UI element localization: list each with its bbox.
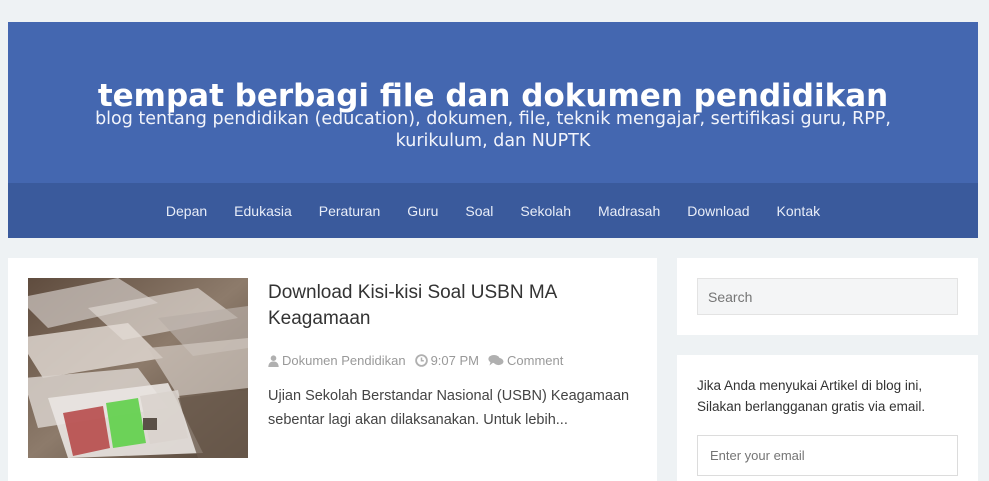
search-widget (677, 258, 978, 335)
nav-item-madrasah[interactable]: Madrasah (598, 203, 660, 219)
nav-item-download[interactable]: Download (687, 203, 749, 219)
main-nav: Depan Edukasia Peraturan Guru Soal Sekol… (8, 183, 978, 238)
post-card: Download Kisi-kisi Soal USBN MA Keagamaa… (8, 258, 657, 481)
post-excerpt: Ujian Sekolah Berstandar Nasional (USBN)… (268, 388, 630, 428)
subscribe-text: Jika Anda menyukai Artikel di blog ini, … (697, 378, 926, 414)
subscribe-widget: Jika Anda menyukai Artikel di blog ini, … (677, 355, 978, 481)
site-description: blog tentang pendidikan (education), dok… (95, 109, 891, 151)
nav-item-soal[interactable]: Soal (465, 203, 493, 219)
post-comment[interactable]: Comment (488, 353, 563, 368)
nav-item-depan[interactable]: Depan (166, 203, 207, 219)
post-time-label: 9:07 PM (430, 353, 479, 368)
nav-item-sekolah[interactable]: Sekolah (520, 203, 571, 219)
user-icon (268, 354, 279, 367)
search-input[interactable] (697, 278, 958, 315)
post-author-label: Dokumen Pendidikan (282, 353, 406, 368)
email-input[interactable] (697, 435, 958, 476)
books-photo (28, 278, 248, 458)
site-header: tempat berbagi file dan dokumen pendidik… (8, 22, 978, 238)
post-comment-label: Comment (507, 353, 564, 368)
nav-item-kontak[interactable]: Kontak (777, 203, 821, 219)
post-meta: Dokumen Pendidikan 9:07 PM Comment (268, 353, 572, 368)
post-title[interactable]: Download Kisi-kisi Soal USBN MA Keagamaa… (268, 280, 628, 332)
post-time: 9:07 PM (414, 353, 479, 368)
post-author[interactable]: Dokumen Pendidikan (268, 353, 406, 368)
nav-item-edukasia[interactable]: Edukasia (234, 203, 292, 219)
comments-icon (488, 355, 504, 366)
post-thumbnail[interactable] (28, 278, 248, 458)
nav-item-guru[interactable]: Guru (407, 203, 438, 219)
clock-icon (414, 354, 428, 367)
nav-item-peraturan[interactable]: Peraturan (319, 203, 380, 219)
